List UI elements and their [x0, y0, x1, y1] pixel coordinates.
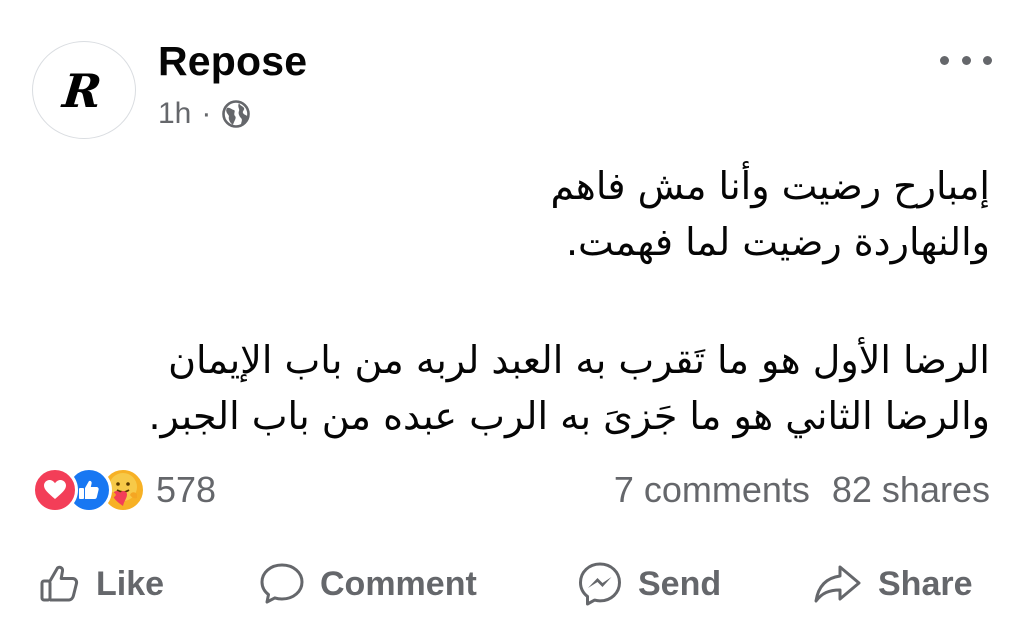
more-dot: [961, 55, 971, 65]
post-paragraph: إمبارح رضيت وأنا مش فاهم والنهاردة رضيت …: [50, 158, 991, 270]
post-meta: 1h ·: [158, 96, 251, 132]
reaction-count: 578: [156, 469, 217, 510]
comment-bubble-icon: [258, 561, 306, 607]
page-name-link[interactable]: Repose: [158, 38, 307, 85]
like-button[interactable]: Like: [38, 552, 164, 616]
globe-icon: [221, 99, 251, 129]
post-body-text: إمبارح رضيت وأنا مش فاهم والنهاردة رضيت …: [50, 158, 990, 444]
shares-count-link[interactable]: 82 shares: [832, 469, 990, 511]
post-timestamp[interactable]: 1h: [158, 97, 191, 131]
comments-count-link[interactable]: 7 comments: [614, 469, 810, 511]
thumbs-up-icon: [38, 562, 82, 606]
more-dot: [983, 55, 992, 65]
post-line: والنهاردة رضيت لما فهمت.: [565, 220, 990, 264]
post-action-bar: Like Comment Send Share: [0, 552, 1024, 616]
like-label: Like: [96, 564, 165, 603]
share-button[interactable]: Share: [812, 552, 973, 616]
love-reaction-icon: [32, 467, 78, 513]
facebook-post: R Repose 1h · إمبارح رضيت وأنا مش فاهم و…: [0, 0, 1024, 626]
messenger-icon: [576, 560, 624, 608]
page-avatar[interactable]: R: [32, 41, 136, 139]
engagement-stats: 7 comments 82 shares: [614, 466, 990, 514]
send-button[interactable]: Send: [576, 552, 721, 616]
post-line: الرضا الأول هو ما تَقرب به العبد لربه من…: [168, 338, 990, 382]
send-label: Send: [638, 564, 722, 603]
meta-separator: ·: [201, 97, 212, 130]
post-line: إمبارح رضيت وأنا مش فاهم: [550, 164, 991, 208]
post-paragraph: الرضا الأول هو ما تَقرب به العبد لربه من…: [50, 332, 990, 444]
more-dot: [940, 55, 949, 65]
comment-label: Comment: [320, 564, 477, 603]
post-line: والرضا الثاني هو ما جَزىَ به الرب عبده م…: [148, 394, 990, 438]
avatar-logo-letter: R: [60, 64, 104, 118]
share-arrow-icon: [812, 562, 864, 606]
reactions-summary[interactable]: 578: [32, 466, 216, 514]
comment-button[interactable]: Comment: [258, 552, 477, 616]
share-label: Share: [878, 564, 973, 603]
more-options-icon[interactable]: [940, 48, 992, 72]
